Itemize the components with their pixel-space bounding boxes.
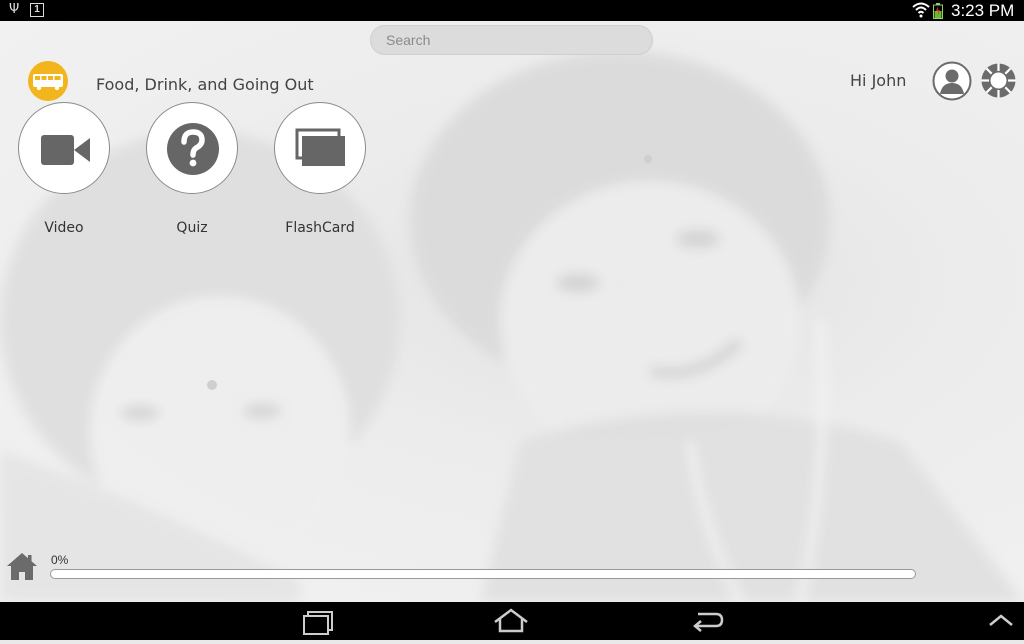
category-title: Food, Drink, and Going Out	[96, 75, 314, 94]
house-icon	[7, 553, 37, 580]
bus-icon	[33, 74, 63, 91]
system-nav-bar	[0, 602, 1024, 640]
recent-apps-icon	[303, 611, 333, 635]
back-button[interactable]	[676, 602, 736, 640]
clock: 3:23 PM	[951, 1, 1015, 20]
video-button[interactable]	[18, 102, 110, 194]
user-greeting: Hi John	[850, 71, 907, 90]
usb-icon: Ψ	[9, 2, 20, 17]
gear-icon	[981, 63, 1016, 98]
flashcard-label: FlashCard	[285, 220, 355, 236]
wifi-icon	[912, 2, 930, 18]
flashcard-button[interactable]	[274, 102, 366, 194]
quiz-button[interactable]	[146, 102, 238, 194]
bus-logo	[28, 61, 68, 101]
settings-button[interactable]	[980, 62, 1017, 99]
search-bar[interactable]	[370, 25, 653, 55]
battery-icon	[933, 3, 943, 19]
user-icon	[932, 61, 972, 101]
home-nav-button[interactable]	[481, 602, 541, 640]
progress-bar	[50, 569, 916, 579]
up-chevron-icon	[989, 614, 1013, 626]
status-bar: Ψ 1 3:23 PM	[0, 0, 1024, 21]
flashcard-icon	[295, 128, 345, 166]
back-icon	[693, 612, 724, 632]
question-icon	[167, 123, 219, 175]
home-nav-icon	[494, 608, 528, 633]
quiz-label: Quiz	[176, 220, 208, 236]
recent-apps-button[interactable]	[290, 602, 350, 640]
notification-icon: 1	[30, 3, 44, 17]
show-more-button[interactable]	[972, 602, 1024, 640]
profile-button[interactable]	[932, 61, 972, 101]
video-camera-icon	[41, 135, 90, 165]
home-button[interactable]	[6, 551, 38, 581]
search-input[interactable]	[386, 32, 636, 48]
progress-percent: 0%	[51, 553, 69, 567]
video-label: Video	[44, 220, 84, 236]
